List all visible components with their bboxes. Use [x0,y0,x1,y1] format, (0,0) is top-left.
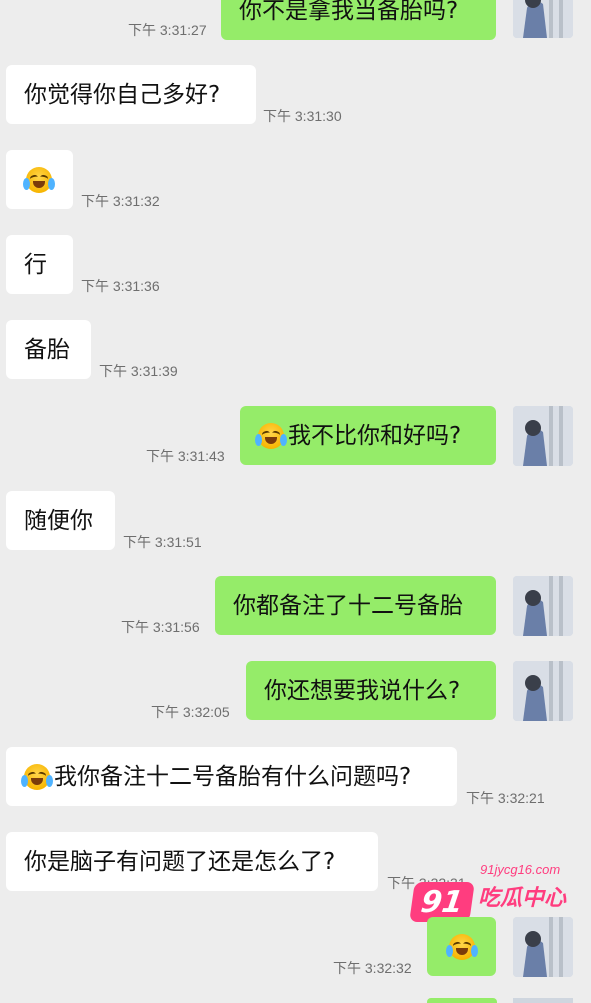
user-avatar[interactable] [513,406,573,466]
chat-bubble-outgoing[interactable] [427,917,496,976]
message-text: 随便你 [24,507,93,534]
watermark-text: 吃瓜中心 [478,886,567,911]
chat-bubble-outgoing[interactable]: 我不比你和好吗? [240,406,496,465]
chat-bubble-incoming[interactable] [6,150,73,209]
chat-bubble-incoming[interactable]: 你觉得你自己多好? [6,65,256,124]
message-text: 你都备注了十二号备胎 [233,592,463,619]
avatar-image [513,576,573,636]
message-timestamp: 下午 3:31:56 [121,619,200,635]
user-avatar[interactable] [513,661,573,721]
message-timestamp: 下午 3:32:32 [333,960,412,976]
message-text: 行 [24,251,47,278]
message-timestamp: 下午 3:31:39 [99,363,178,379]
message-timestamp: 下午 3:31:27 [128,22,207,38]
chat-bubble-outgoing[interactable]: 你还想要我说什么? [246,661,496,720]
tears-of-joy-icon [255,422,287,449]
message-timestamp: 下午 3:31:43 [146,448,225,464]
message-text: 我不比你和好吗? [288,422,462,449]
message-timestamp: 下午 3:31:32 [81,193,160,209]
tears-of-joy-icon [446,933,478,960]
avatar-image [513,0,573,38]
message-timestamp: 下午 3:32:05 [151,704,230,720]
message-text: 你觉得你自己多好? [24,81,221,108]
chat-bubble-incoming[interactable]: 我你备注十二号备胎有什么问题吗? [6,747,457,806]
chat-bubble-outgoing[interactable]: 你不是拿我当备胎吗? [221,0,496,40]
chat-bubble-incoming[interactable]: 随便你 [6,491,115,550]
tears-of-joy-icon [21,763,53,790]
message-timestamp: 下午 3:31:51 [123,534,202,550]
message-text: 你是脑子有问题了还是怎么了? [24,848,336,875]
avatar-image [513,661,573,721]
chat-bubble-incoming[interactable]: 行 [6,235,73,294]
tears-of-joy-icon [23,166,55,193]
message-text: 备胎 [24,336,70,363]
avatar-image [513,917,573,977]
message-timestamp: 下午 3:31:30 [263,108,342,124]
message-timestamp: 下午 3:32:21 [466,790,545,806]
message-timestamp: 下午 3:31:36 [81,278,160,294]
message-text: 你还想要我说什么? [264,677,461,704]
watermark-logo: 91 91jycg16.com 吃瓜中心 [408,862,568,922]
message-text: 你不是拿我当备胎吗? [239,0,459,24]
chat-bubble-incoming[interactable]: 你是脑子有问题了还是怎么了? [6,832,378,891]
user-avatar[interactable] [513,0,573,38]
message-text: 我你备注十二号备胎有什么问题吗? [54,763,412,790]
chat-bubble-outgoing-partial[interactable] [427,998,497,1003]
avatar-image [513,406,573,466]
chat-bubble-outgoing[interactable]: 你都备注了十二号备胎 [215,576,496,635]
user-avatar[interactable] [513,576,573,636]
watermark-url: 91jycg16.com [480,862,561,877]
user-avatar-partial[interactable] [513,998,573,1003]
user-avatar[interactable] [513,917,573,977]
chat-bubble-incoming[interactable]: 备胎 [6,320,91,379]
watermark-badge: 91 [409,882,475,922]
